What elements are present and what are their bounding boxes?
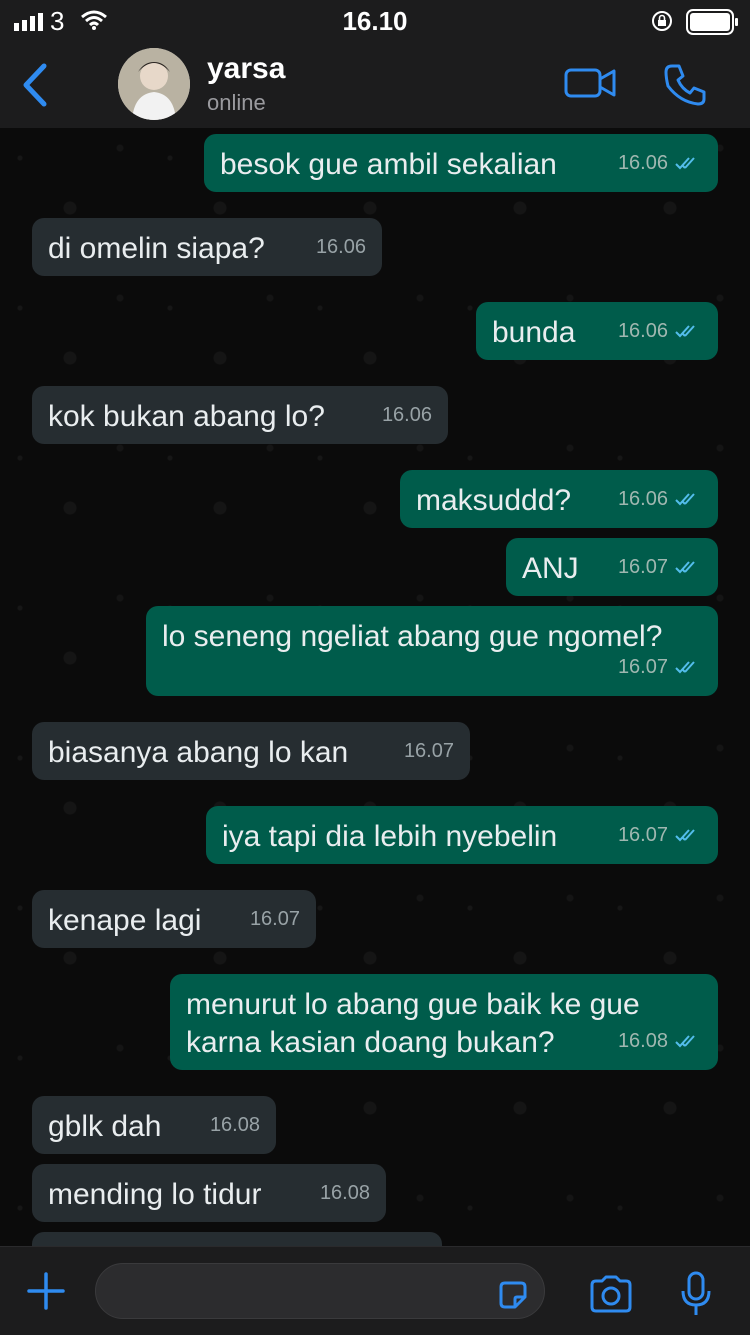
- message-bubble[interactable]: maksuddd? 16.06: [400, 470, 718, 528]
- battery-icon: [686, 9, 738, 35]
- message-time: 16.07: [617, 656, 668, 678]
- message-meta: 16.06: [618, 312, 702, 350]
- message-meta: 16.06: [382, 396, 432, 434]
- contact-name[interactable]: yarsa: [207, 52, 285, 86]
- message-text: kenape lagi: [48, 904, 202, 937]
- voice-call-icon[interactable]: [662, 62, 708, 108]
- message-bubble[interactable]: kenape lagi 16.07: [32, 890, 316, 948]
- chat-thread[interactable]: besok gue ambil sekalian 16.06 di omelin…: [0, 128, 750, 1246]
- camera-icon[interactable]: [588, 1275, 634, 1313]
- message-bubble[interactable]: menurut lo abang gue baik ke gue karna k…: [170, 974, 718, 1070]
- message-text: menurut lo abang gue baik ke gue karna k…: [186, 988, 640, 1059]
- message-bubble[interactable]: ANJ 16.07: [506, 538, 718, 596]
- message-time: 16.08: [617, 1030, 668, 1052]
- message-meta: 16.08: [320, 1174, 370, 1212]
- message-bubble[interactable]: lo seneng ngeliat abang gue ngomel? 16.0…: [146, 606, 718, 696]
- message-text: iya tapi dia lebih nyebelin: [222, 820, 558, 853]
- message-time: 16.06: [381, 404, 432, 426]
- plus-icon[interactable]: [26, 1271, 66, 1311]
- message-time: 16.07: [617, 556, 668, 578]
- video-call-icon[interactable]: [564, 66, 616, 100]
- chat-header: yarsa online: [0, 44, 750, 129]
- read-receipt-icon: [675, 493, 695, 506]
- message-input[interactable]: [96, 1264, 516, 1320]
- message-meta: 16.06: [316, 228, 366, 266]
- message-bubble[interactable]: biasanya abang lo kan 16.07: [32, 722, 470, 780]
- avatar-photo: [118, 48, 190, 120]
- message-bubble[interactable]: di omelin siapa? 16.06: [32, 218, 382, 276]
- message-time: 16.08: [319, 1182, 370, 1204]
- message-bubble-partial[interactable]: [32, 1232, 442, 1246]
- message-meta: 16.08: [618, 1022, 702, 1060]
- message-bubble[interactable]: bunda 16.06: [476, 302, 718, 360]
- read-receipt-icon: [675, 561, 695, 574]
- message-input-wrapper[interactable]: [95, 1263, 545, 1320]
- message-meta: 16.06: [618, 480, 702, 518]
- message-meta: 16.07: [618, 548, 702, 586]
- message-text: gblk dah: [48, 1110, 162, 1143]
- message-text: ANJ: [522, 552, 579, 585]
- message-text: biasanya abang lo kan: [48, 736, 349, 769]
- message-text: bunda: [492, 316, 576, 349]
- message-text: besok gue ambil sekalian: [220, 148, 557, 181]
- message-time: 16.06: [315, 236, 366, 258]
- message-text: di omelin siapa?: [48, 232, 265, 265]
- message-meta: 16.08: [210, 1106, 260, 1144]
- message-bubble[interactable]: mending lo tidur 16.08: [32, 1164, 386, 1222]
- message-bubble[interactable]: besok gue ambil sekalian 16.06: [204, 134, 718, 192]
- message-meta: 16.07: [250, 900, 300, 938]
- read-receipt-icon: [675, 829, 695, 842]
- message-bubble[interactable]: kok bukan abang lo? 16.06: [32, 386, 448, 444]
- message-bubble[interactable]: gblk dah 16.08: [32, 1096, 276, 1154]
- clock: 16.10: [342, 6, 408, 36]
- message-text: kok bukan abang lo?: [48, 400, 325, 433]
- presence-status: online: [207, 90, 266, 115]
- message-bubble[interactable]: iya tapi dia lebih nyebelin 16.07: [206, 806, 718, 864]
- message-time: 16.06: [617, 152, 668, 174]
- read-receipt-icon: [675, 325, 695, 338]
- composer-bar: [0, 1246, 750, 1335]
- status-bar: 3 16.10: [0, 0, 750, 44]
- orientation-lock-icon: [652, 11, 672, 31]
- message-text: mending lo tidur: [48, 1178, 262, 1211]
- message-time: 16.06: [617, 488, 668, 510]
- message-time: 16.08: [209, 1114, 260, 1136]
- message-time: 16.07: [617, 824, 668, 846]
- back-chevron-icon[interactable]: [20, 62, 50, 108]
- sticker-icon[interactable]: [497, 1279, 529, 1311]
- microphone-icon[interactable]: [679, 1271, 713, 1317]
- read-receipt-icon: [675, 157, 695, 170]
- read-receipt-icon: [675, 1035, 695, 1048]
- message-meta: 16.07: [618, 816, 702, 854]
- message-time: 16.07: [403, 740, 454, 762]
- avatar[interactable]: [118, 48, 190, 120]
- message-text: maksuddd?: [416, 484, 572, 517]
- message-time: 16.06: [617, 320, 668, 342]
- message-time: 16.07: [249, 908, 300, 930]
- read-receipt-icon: [675, 661, 695, 674]
- message-text: lo seneng ngeliat abang gue ngomel?: [162, 620, 663, 653]
- message-meta: 16.07: [618, 648, 702, 686]
- message-meta: 16.07: [404, 732, 454, 770]
- message-meta: 16.06: [618, 144, 702, 182]
